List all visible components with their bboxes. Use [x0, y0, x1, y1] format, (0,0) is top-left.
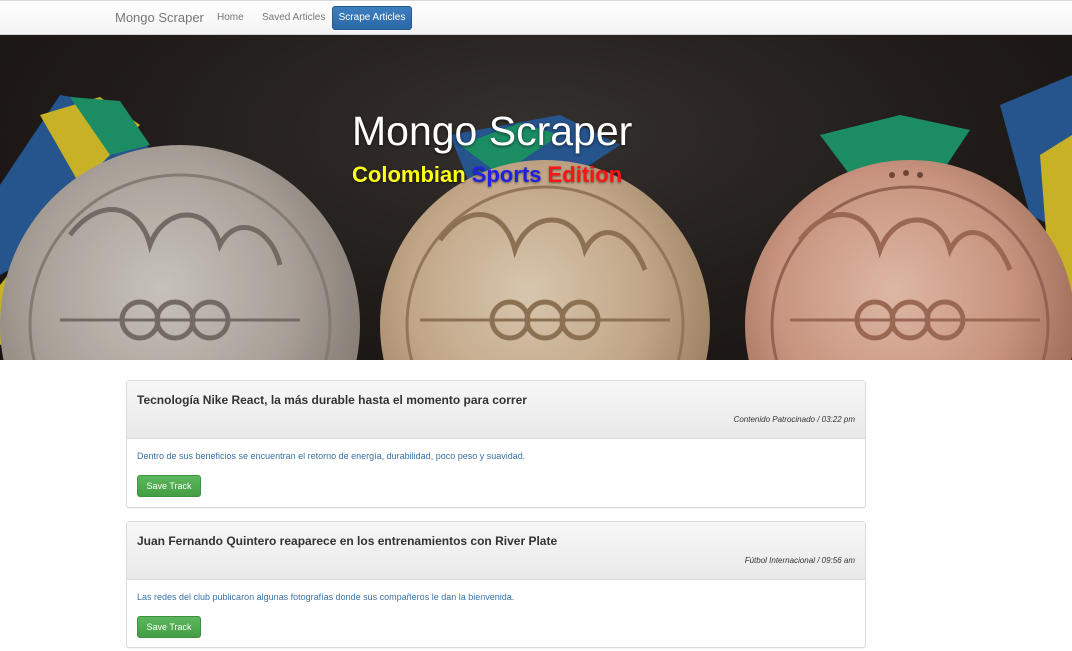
- article-panel: Tecnología Nike React, la más durable ha…: [126, 380, 866, 508]
- save-track-button[interactable]: Save Track: [137, 616, 201, 638]
- nav-saved-articles-link[interactable]: Saved Articles: [262, 12, 325, 23]
- article-meta: Contenido Patrocinado / 03:22 pm: [733, 415, 855, 424]
- scrape-articles-button[interactable]: Scrape Articles: [332, 6, 412, 30]
- article-summary[interactable]: Dentro de sus beneficios se encuentran e…: [137, 451, 525, 461]
- article-summary[interactable]: Las redes del club publicaron algunas fo…: [137, 592, 514, 602]
- article-heading: Tecnología Nike React, la más durable ha…: [127, 381, 865, 439]
- subtitle-colombian: Colombian: [352, 162, 466, 187]
- hero-subtitle: Colombian Sports Edition: [352, 162, 622, 188]
- save-track-button[interactable]: Save Track: [137, 475, 201, 497]
- hero-title: Mongo Scraper: [352, 108, 633, 154]
- navbar: Mongo Scraper Home Saved Articles Scrape…: [0, 0, 1072, 35]
- article-panel: Juan Fernando Quintero reaparece en los …: [126, 521, 866, 648]
- nav-home-link[interactable]: Home: [217, 12, 244, 23]
- subtitle-sports: Sports: [471, 162, 542, 187]
- article-meta: Fútbol Internacional / 09:56 am: [744, 556, 855, 565]
- article-title[interactable]: Juan Fernando Quintero reaparece en los …: [137, 534, 557, 548]
- brand-link[interactable]: Mongo Scraper: [115, 10, 204, 25]
- article-title[interactable]: Tecnología Nike React, la más durable ha…: [137, 393, 527, 407]
- hero-banner: Mongo Scraper Colombian Sports Edition: [0, 35, 1072, 360]
- article-heading: Juan Fernando Quintero reaparece en los …: [127, 522, 865, 580]
- medals-background-image: [0, 35, 1072, 360]
- subtitle-edition: Edition: [547, 162, 623, 187]
